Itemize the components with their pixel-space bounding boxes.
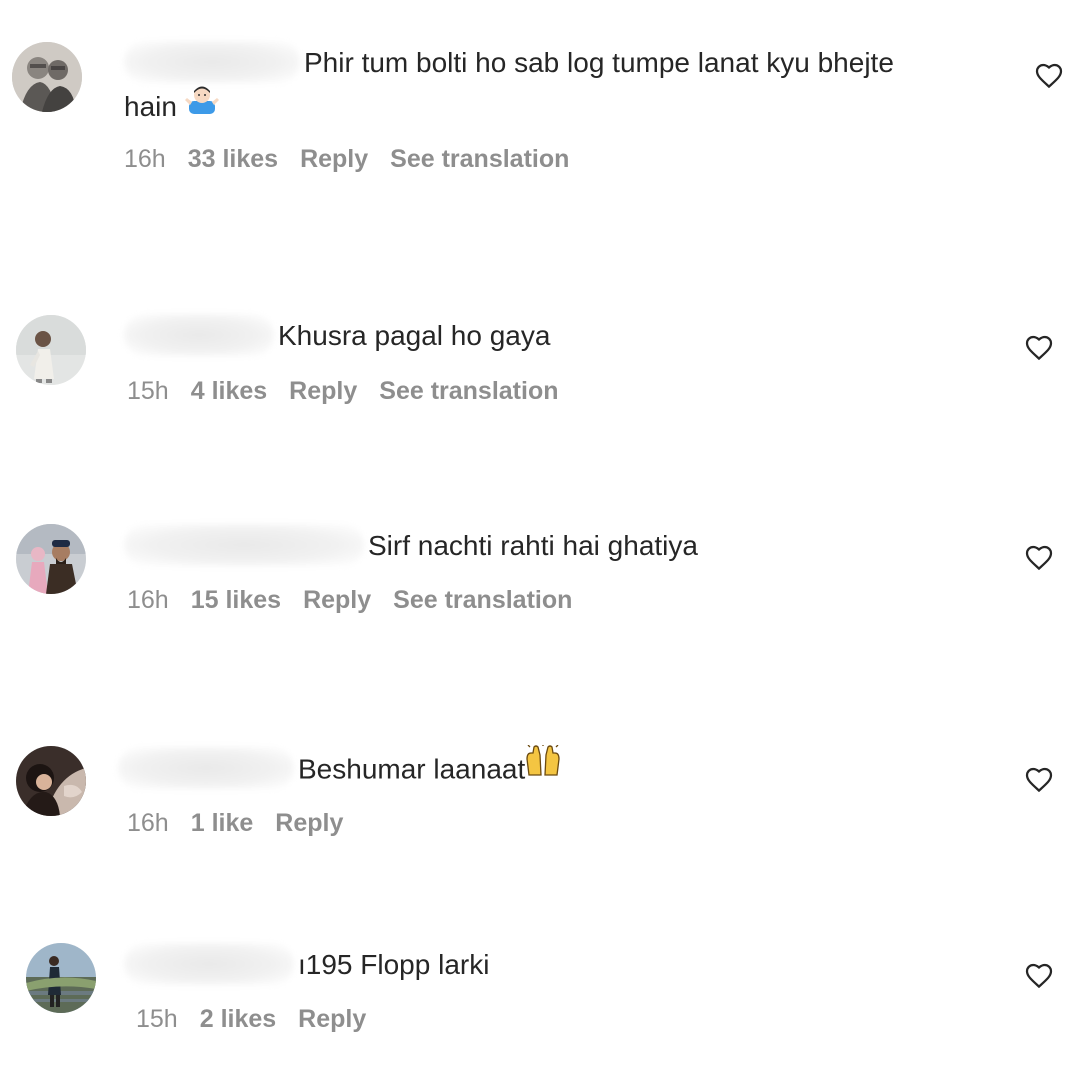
reply-button[interactable]: Reply xyxy=(303,586,371,614)
reply-button[interactable]: Reply xyxy=(275,809,343,837)
heart-outline-icon xyxy=(1035,63,1063,89)
username-redacted[interactable] xyxy=(124,523,364,566)
comment-time: 15h xyxy=(127,377,169,405)
heart-outline-icon xyxy=(1025,545,1053,571)
comment-time: 16h xyxy=(124,145,166,173)
avatar[interactable] xyxy=(16,315,86,385)
person-shrugging-emoji xyxy=(184,84,219,126)
reply-button[interactable]: Reply xyxy=(289,377,357,405)
heart-outline-icon xyxy=(1025,963,1053,989)
avatar[interactable] xyxy=(26,943,96,1013)
like-button[interactable] xyxy=(1024,333,1054,363)
comment-time: 16h xyxy=(127,809,169,837)
username-redacted[interactable] xyxy=(118,747,294,789)
avatar-image xyxy=(16,746,86,816)
likes-count[interactable]: 15 likes xyxy=(191,586,281,614)
comment-body: Khusra pagal ho gaya xyxy=(124,313,1004,359)
comment-time: 15h xyxy=(136,1005,178,1033)
likes-count[interactable]: 1 like xyxy=(191,809,254,837)
comment-meta: 16h 1 like Reply xyxy=(127,809,365,838)
raising-hands-emoji xyxy=(525,743,561,791)
username-redacted[interactable] xyxy=(124,942,294,985)
comment-text-continued: hain xyxy=(124,90,177,122)
avatar-image xyxy=(12,42,82,112)
like-button[interactable] xyxy=(1024,961,1054,991)
username-visible-part[interactable]: ı195 xyxy=(298,949,353,980)
comments-list: Phir tum bolti ho sab log tumpe lanat ky… xyxy=(0,0,1080,1080)
heart-outline-icon xyxy=(1025,767,1053,793)
reply-button[interactable]: Reply xyxy=(300,145,368,173)
comment-body: Beshumar laanaat xyxy=(118,743,998,794)
likes-count[interactable]: 2 likes xyxy=(200,1005,276,1033)
like-button[interactable] xyxy=(1024,543,1054,573)
comment-body: Phir tum bolti ho sab log tumpe lanat ky… xyxy=(124,40,1004,129)
username-redacted[interactable] xyxy=(124,40,300,83)
comment-text: Sirf nachti rahti hai ghatiya xyxy=(368,530,698,561)
comment-time: 16h xyxy=(127,586,169,614)
comment-meta: 15h 2 likes Reply xyxy=(136,1005,388,1034)
avatar-image xyxy=(26,943,96,1013)
comment-body: ı195 Flopp larki xyxy=(124,942,1004,988)
comment-text: Flopp larki xyxy=(360,949,490,980)
avatar[interactable] xyxy=(12,42,82,112)
comment-meta: 15h 4 likes Reply See translation xyxy=(127,377,581,406)
username-redacted[interactable] xyxy=(124,313,274,356)
comment-meta: 16h 33 likes Reply See translation xyxy=(124,145,591,174)
avatar[interactable] xyxy=(16,746,86,816)
avatar-image xyxy=(16,315,86,385)
comment-text: Beshumar laanaat xyxy=(298,753,526,785)
likes-count[interactable]: 4 likes xyxy=(191,377,267,405)
avatar[interactable] xyxy=(16,524,86,594)
avatar-image xyxy=(16,524,86,594)
like-button[interactable] xyxy=(1034,61,1064,91)
comment-text: Khusra pagal ho gaya xyxy=(278,320,551,351)
likes-count[interactable]: 33 likes xyxy=(188,145,278,173)
comment-text: Phir tum bolti ho sab log tumpe lanat ky… xyxy=(304,47,894,78)
like-button[interactable] xyxy=(1024,765,1054,795)
reply-button[interactable]: Reply xyxy=(298,1005,366,1033)
comment-meta: 16h 15 likes Reply See translation xyxy=(127,586,594,615)
see-translation-button[interactable]: See translation xyxy=(393,586,572,614)
see-translation-button[interactable]: See translation xyxy=(379,377,558,405)
heart-outline-icon xyxy=(1025,335,1053,361)
comment-body: Sirf nachti rahti hai ghatiya xyxy=(124,523,1004,569)
see-translation-button[interactable]: See translation xyxy=(390,145,569,173)
